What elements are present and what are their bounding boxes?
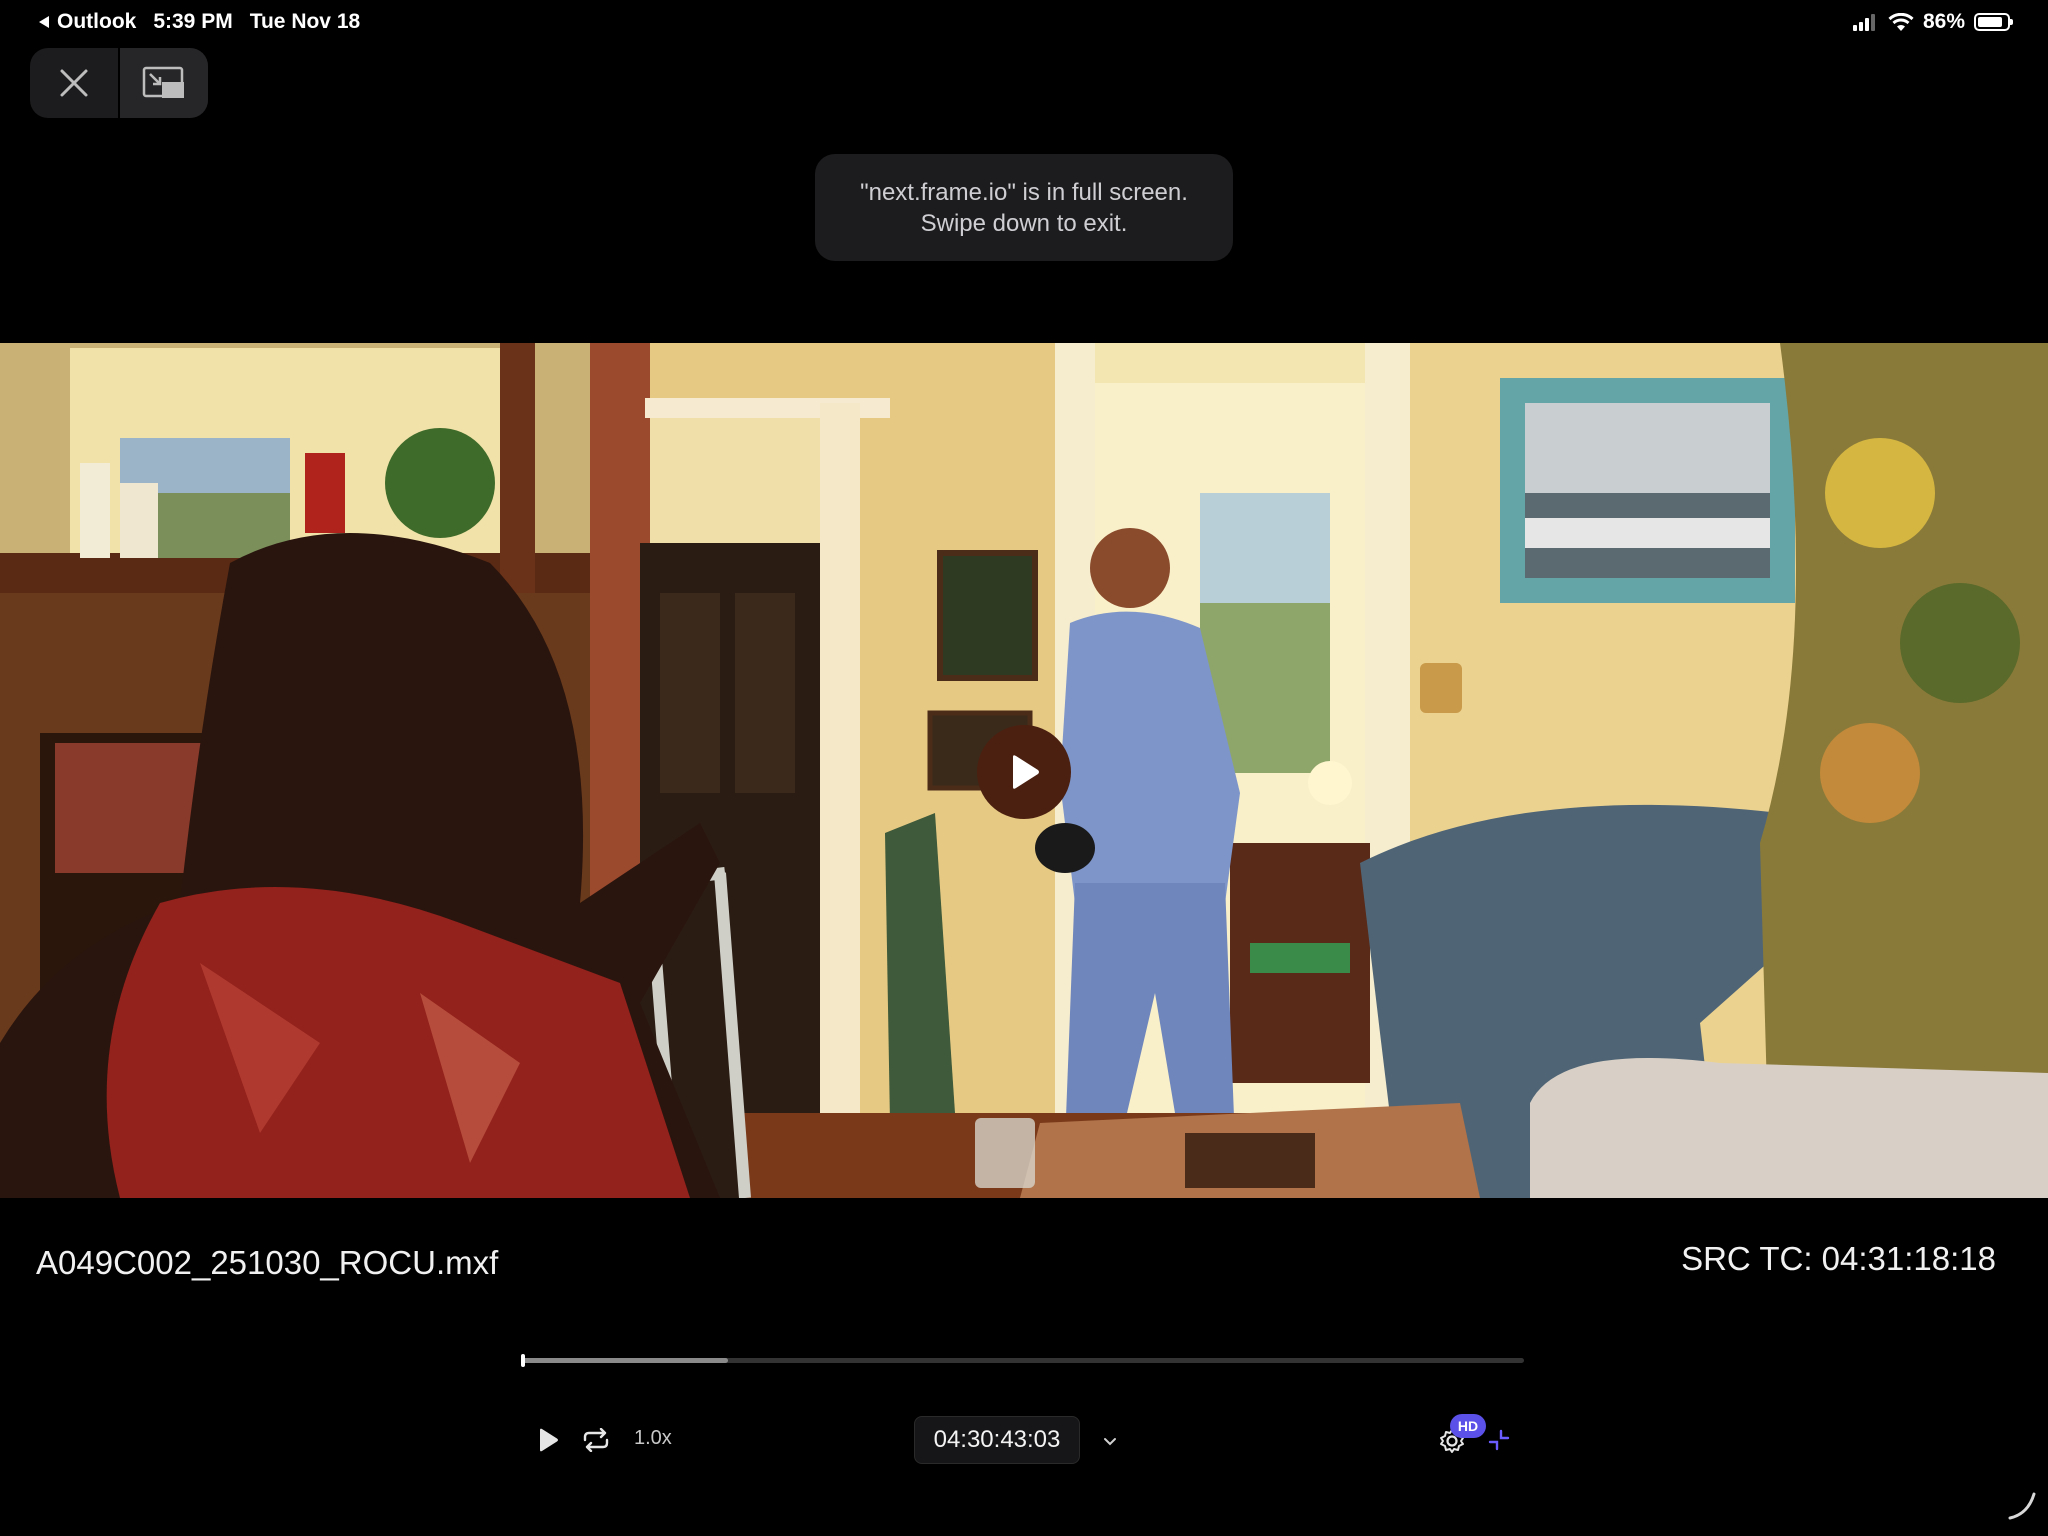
picture-in-picture-button[interactable] [118, 48, 208, 118]
resize-corner-icon [2008, 1492, 2036, 1520]
play-icon [1013, 755, 1039, 789]
timecode-format-dropdown[interactable] [1096, 1428, 1124, 1454]
collapse-icon [1488, 1429, 1510, 1451]
fullscreen-controls [30, 48, 208, 118]
picture-in-picture-icon [142, 66, 184, 98]
status-time: 5:39 PM [153, 10, 233, 33]
timeline-scrubber[interactable] [521, 1354, 1524, 1367]
timeline-progress [523, 1358, 729, 1363]
close-icon [60, 69, 88, 97]
toast-line-2: Swipe down to exit. [920, 209, 1128, 237]
screen: Outlook 5:39 PM Tue Nov 18 86% "next.fra… [0, 0, 2048, 1536]
back-app-label: Outlook [57, 10, 137, 33]
back-to-app-link[interactable]: Outlook [38, 10, 136, 34]
loop-button[interactable] [578, 1425, 614, 1455]
back-arrow-icon [39, 16, 49, 28]
battery-icon [1974, 13, 2013, 31]
battery-percent: 86% [1922, 10, 1965, 33]
toast-line-1: "next.frame.io" is in full screen. [860, 178, 1188, 206]
source-timecode: SRC TC: 04:31:18:18 [1681, 1240, 1996, 1277]
cellular-signal-icon [1852, 14, 1875, 31]
timecode-display[interactable]: 04:30:43:03 [914, 1416, 1080, 1464]
status-bar-left: Outlook 5:39 PM Tue Nov 18 [38, 10, 360, 34]
center-play-button[interactable] [977, 725, 1071, 819]
fullscreen-toast: "next.frame.io" is in full screen. Swipe… [815, 154, 1233, 261]
file-name: A049C002_251030_ROCU.mxf [36, 1244, 499, 1281]
playhead[interactable] [521, 1354, 525, 1367]
play-icon [540, 1428, 558, 1452]
playback-speed-button[interactable]: 1.0x [634, 1427, 672, 1450]
close-button[interactable] [30, 48, 118, 118]
resize-handle[interactable] [2004, 1488, 2038, 1522]
chevron-down-icon [1104, 1437, 1116, 1445]
status-date: Tue Nov 18 [249, 10, 361, 33]
wifi-icon [1888, 12, 1914, 31]
loop-icon [583, 1428, 609, 1452]
play-button[interactable] [530, 1425, 566, 1455]
status-bar-right: 86% [1852, 10, 2013, 34]
exit-fullscreen-button[interactable] [1484, 1425, 1514, 1455]
hd-quality-badge: HD [1450, 1414, 1486, 1438]
